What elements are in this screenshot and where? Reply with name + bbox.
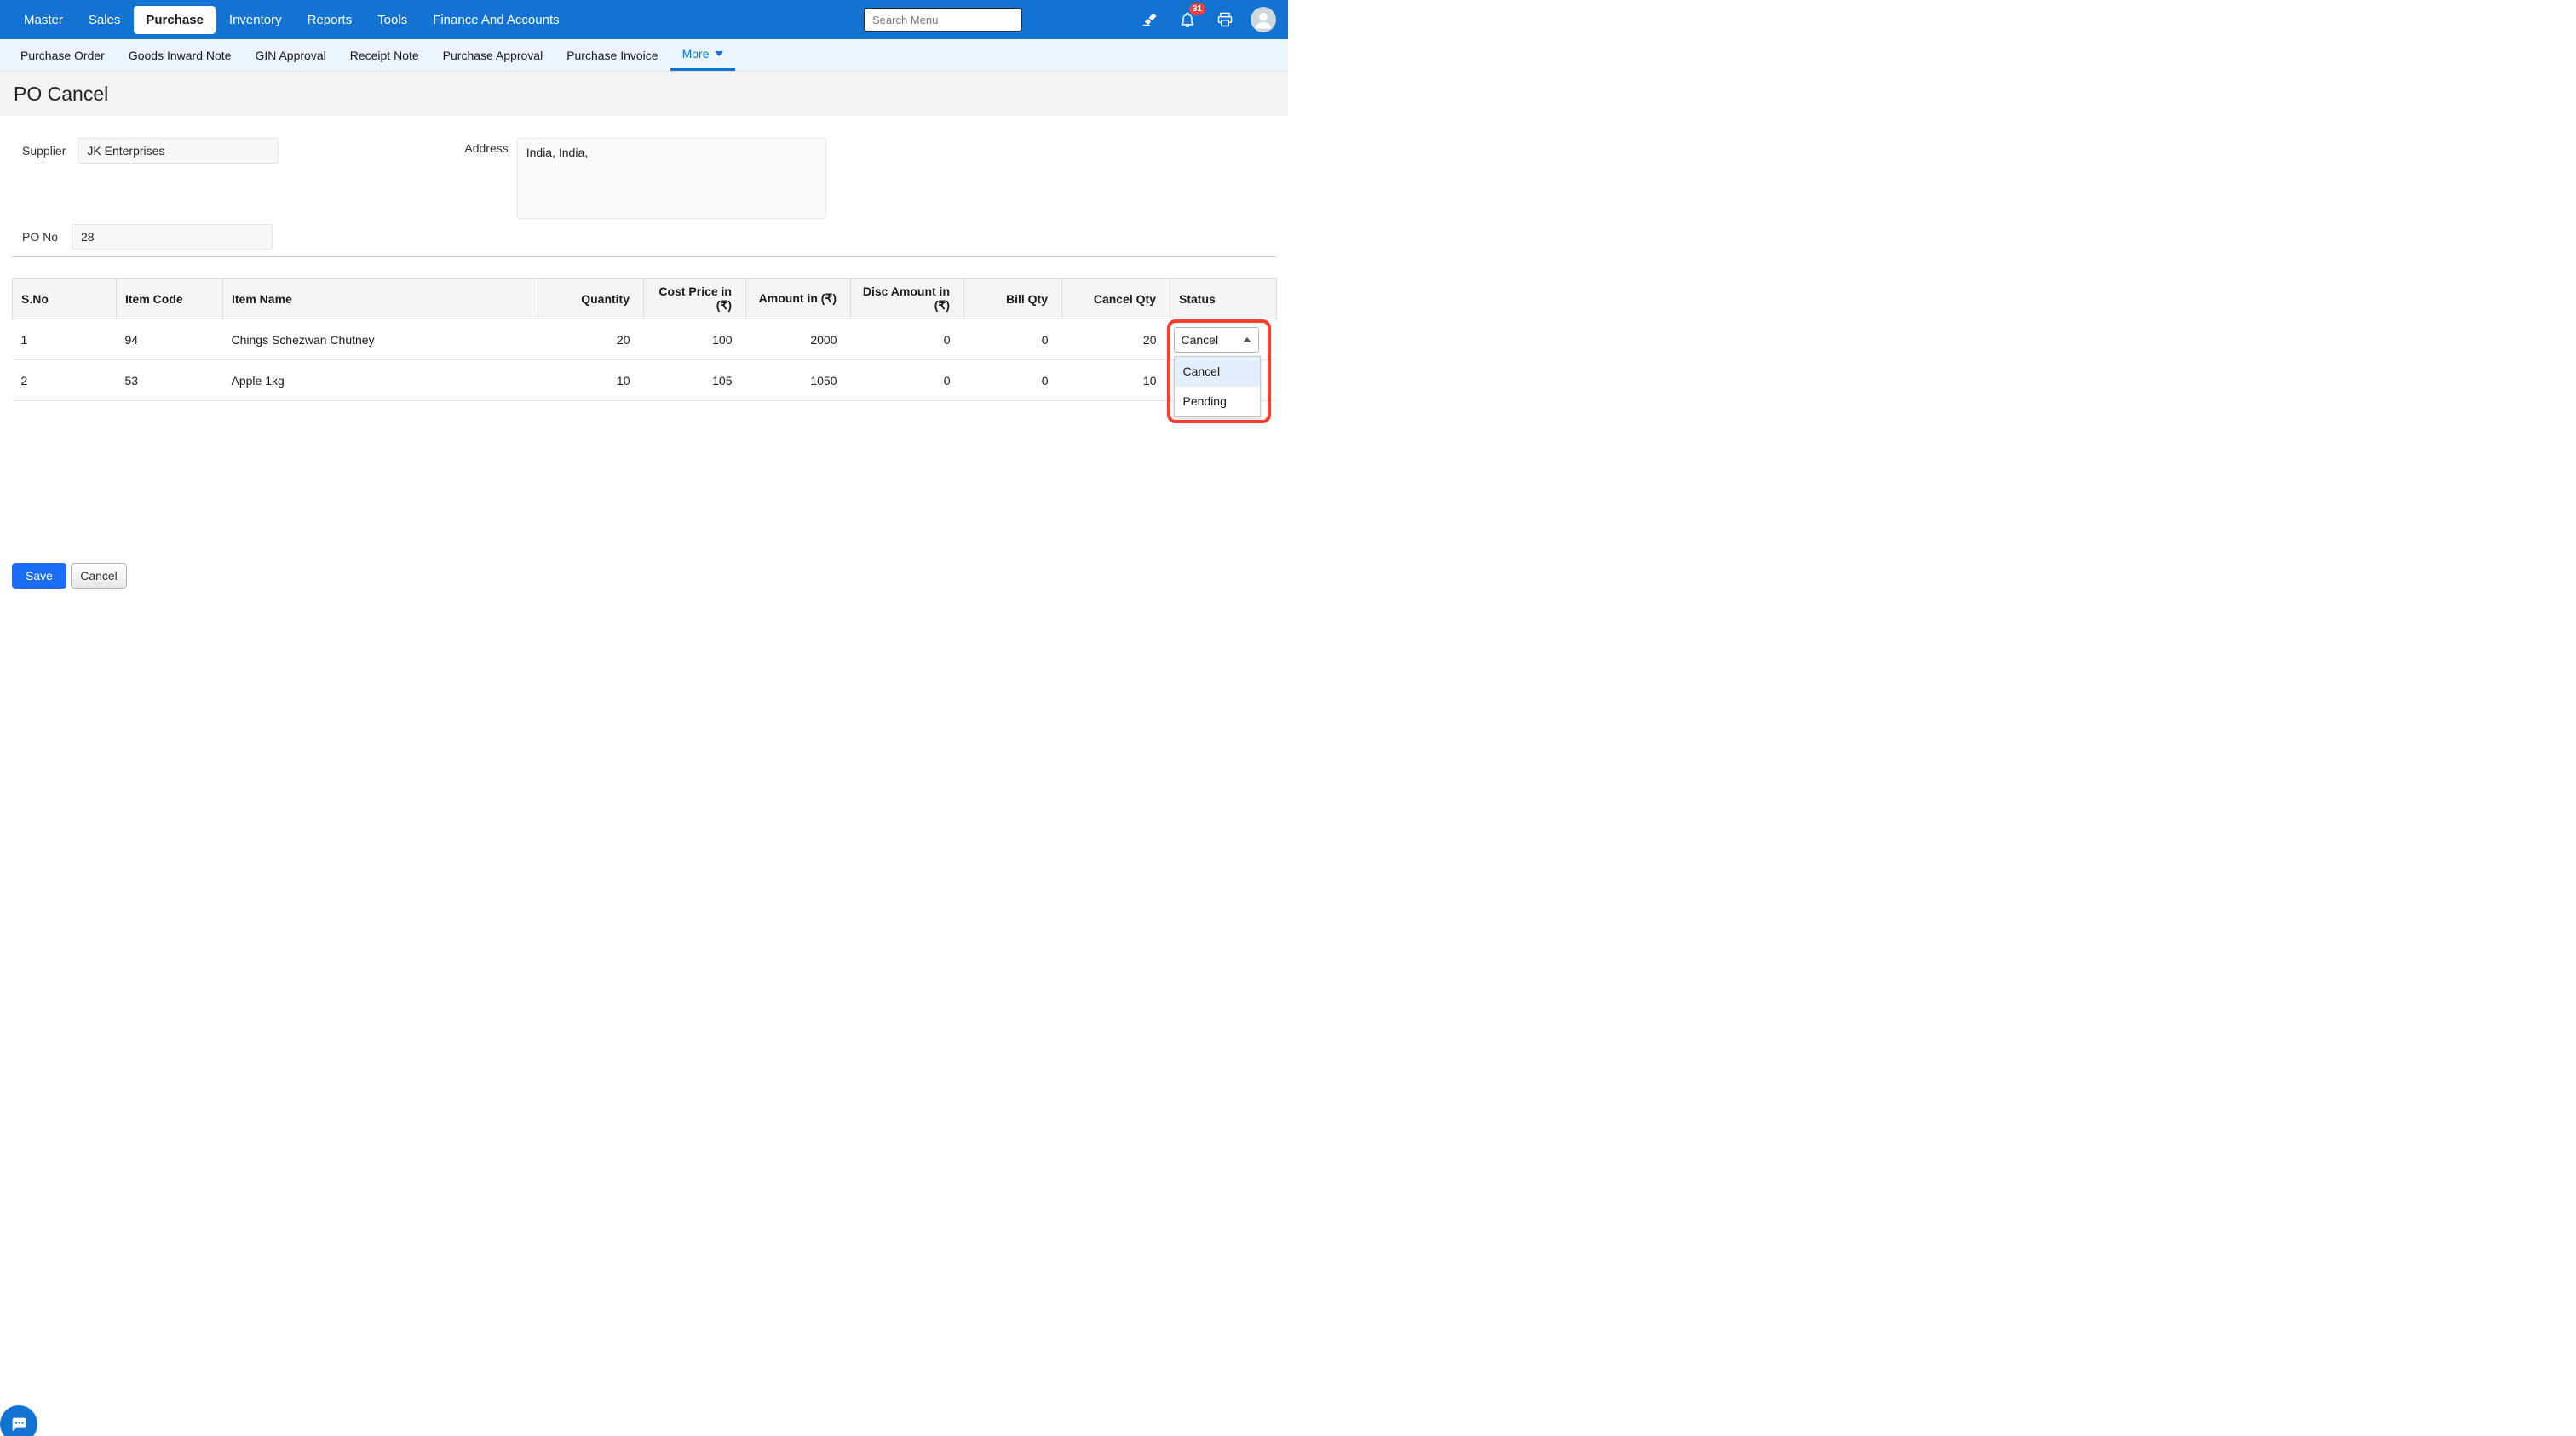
status-selected-value: Cancel [1182, 333, 1219, 347]
topnav-right-section: 31 [864, 7, 1276, 32]
cell-amount: 1050 [746, 360, 851, 401]
chevron-down-icon [715, 51, 723, 56]
save-button[interactable]: Save [12, 563, 66, 589]
cell-cancel-qty: 20 [1062, 319, 1170, 360]
nav-master[interactable]: Master [12, 6, 75, 34]
notification-badge: 31 [1189, 3, 1205, 15]
po-items-table: S.No Item Code Item Name Quantity Cost P… [12, 278, 1277, 401]
cell-sno: 2 [13, 360, 117, 401]
status-options-menu: Cancel Pending [1174, 356, 1261, 417]
gavel-icon[interactable] [1140, 9, 1160, 30]
subnav-more[interactable]: More [670, 39, 735, 71]
table-header-row: S.No Item Code Item Name Quantity Cost P… [13, 279, 1277, 319]
cell-item-name: Apple 1kg [223, 360, 538, 401]
cell-item-name: Chings Schezwan Chutney [223, 319, 538, 360]
nav-purchase[interactable]: Purchase [134, 6, 216, 34]
chevron-up-icon [1243, 337, 1251, 342]
app-root: Master Sales Purchase Inventory Reports … [0, 0, 1288, 589]
header-cancel-qty: Cancel Qty [1062, 279, 1170, 319]
subnav-purchase-invoice[interactable]: Purchase Invoice [555, 39, 670, 71]
cell-quantity: 20 [538, 319, 644, 360]
main-content: Supplier Address PO No S.No [0, 116, 1288, 589]
table-row: 2 53 Apple 1kg 10 105 1050 0 0 10 [13, 360, 1277, 401]
po-no-field[interactable] [72, 224, 273, 250]
chat-fab[interactable] [0, 1405, 37, 1436]
cell-cost-price: 105 [644, 360, 746, 401]
nav-reports[interactable]: Reports [296, 6, 365, 34]
po-no-label: PO No [22, 230, 58, 244]
purchase-submenu: Purchase Order Goods Inward Note GIN App… [0, 39, 1288, 72]
cell-item-code: 53 [117, 360, 223, 401]
cell-sno: 1 [13, 319, 117, 360]
subnav-purchase-order[interactable]: Purchase Order [9, 39, 117, 71]
cell-quantity: 10 [538, 360, 644, 401]
nav-inventory[interactable]: Inventory [217, 6, 294, 34]
page-title: PO Cancel [14, 83, 108, 106]
supplier-field[interactable] [78, 138, 279, 164]
cell-disc-amount: 0 [851, 360, 964, 401]
search-input[interactable] [864, 8, 1022, 32]
cell-cost-price: 100 [644, 319, 746, 360]
cell-cancel-qty: 10 [1062, 360, 1170, 401]
nav-tools[interactable]: Tools [365, 6, 419, 34]
cancel-button[interactable]: Cancel [71, 563, 127, 589]
header-item-code: Item Code [117, 279, 223, 319]
address-field[interactable] [517, 138, 826, 219]
nav-sales[interactable]: Sales [77, 6, 133, 34]
subnav-purchase-approval[interactable]: Purchase Approval [431, 39, 555, 71]
cell-disc-amount: 0 [851, 319, 964, 360]
chat-icon [9, 1415, 28, 1433]
user-avatar[interactable] [1251, 7, 1276, 32]
printer-icon[interactable] [1215, 9, 1235, 30]
status-option-pending[interactable]: Pending [1175, 387, 1260, 416]
title-bar: PO Cancel [0, 72, 1288, 116]
header-quantity: Quantity [538, 279, 644, 319]
cell-bill-qty: 0 [964, 319, 1062, 360]
form-table-divider [12, 256, 1276, 257]
subnav-goods-inward-note[interactable]: Goods Inward Note [117, 39, 244, 71]
notifications-bell-icon[interactable]: 31 [1177, 9, 1198, 30]
top-navigation: Master Sales Purchase Inventory Reports … [0, 0, 1288, 39]
header-bill-qty: Bill Qty [964, 279, 1062, 319]
table-row: 1 94 Chings Schezwan Chutney 20 100 2000… [13, 319, 1277, 360]
header-sno: S.No [13, 279, 117, 319]
subnav-receipt-note[interactable]: Receipt Note [338, 39, 431, 71]
nav-finance-and-accounts[interactable]: Finance And Accounts [421, 6, 571, 34]
status-option-cancel[interactable]: Cancel [1175, 357, 1260, 387]
address-label: Address [464, 138, 508, 219]
header-disc-amount: Disc Amount in (₹) [851, 279, 964, 319]
supplier-label: Supplier [22, 138, 66, 158]
header-item-name: Item Name [223, 279, 538, 319]
cell-amount: 2000 [746, 319, 851, 360]
cell-item-code: 94 [117, 319, 223, 360]
form-actions: Save Cancel [12, 563, 1276, 589]
header-amount: Amount in (₹) [746, 279, 851, 319]
search-box [864, 8, 1022, 32]
status-select[interactable]: Cancel [1174, 327, 1259, 353]
header-cost-price: Cost Price in (₹) [644, 279, 746, 319]
cell-bill-qty: 0 [964, 360, 1062, 401]
status-dropdown: Cancel Cancel Pending [1174, 327, 1259, 353]
main-menu: Master Sales Purchase Inventory Reports … [12, 6, 572, 34]
subnav-gin-approval[interactable]: GIN Approval [243, 39, 337, 71]
header-status: Status [1170, 279, 1277, 319]
po-cancel-form: Supplier Address PO No [12, 116, 1276, 250]
cell-status: Cancel Cancel Pending [1170, 319, 1277, 360]
subnav-more-label: More [682, 47, 710, 60]
